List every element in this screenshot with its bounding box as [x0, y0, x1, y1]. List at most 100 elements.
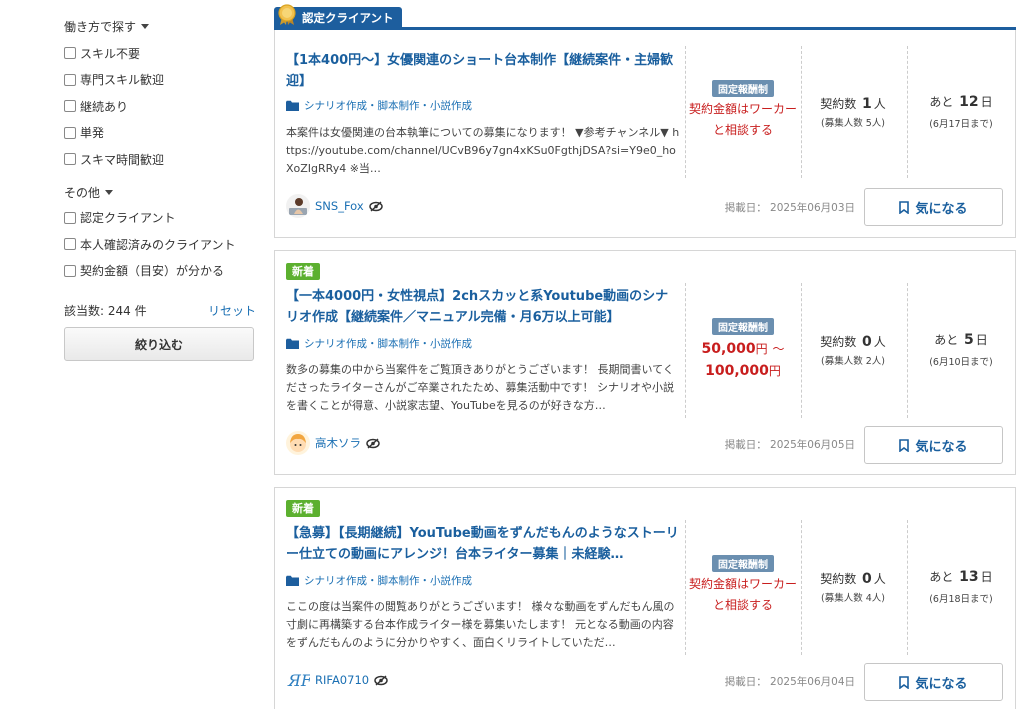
contract-unit: 人	[873, 572, 886, 586]
deadline-prefix: あと	[929, 95, 954, 109]
filter-price-known[interactable]: 契約金額（目安）が分かる	[64, 258, 258, 285]
new-badge: 新着	[286, 263, 320, 280]
filter-label: 認定クライアント	[80, 211, 176, 226]
avatar	[286, 431, 310, 455]
price-column: 固定報酬制 50,000円 ～ 100,000円	[687, 318, 799, 382]
bookmark-label: 気になる	[915, 201, 968, 217]
filter-spare-time[interactable]: スキマ時間歓迎	[64, 146, 258, 173]
filter-label: 単発	[80, 126, 105, 141]
contract-count: 0	[862, 334, 872, 350]
filter-certified-client[interactable]: 認定クライアント	[64, 205, 258, 232]
result-count: 該当数: 244 件	[64, 303, 147, 318]
client-profile[interactable]: 高木ソラ	[286, 431, 380, 455]
divider	[685, 520, 686, 655]
client-profile[interactable]: ЯF RIFA0710	[286, 668, 388, 692]
checkbox[interactable]	[64, 73, 76, 86]
filter-sidebar: 働き方で探す スキル不要 専門スキル歓迎 継続あり 単発 スキマ時間歓迎 その他…	[64, 14, 258, 361]
job-category-label: シナリオ作成・脚本制作・小説作成	[304, 338, 472, 350]
deadline-unit: 日	[980, 570, 993, 584]
hide-eye-icon[interactable]	[374, 674, 388, 686]
price-range: 50,000円 ～ 100,000円	[687, 338, 799, 382]
filter-continuous[interactable]: 継続あり	[64, 93, 258, 120]
checkbox[interactable]	[64, 47, 76, 60]
folder-icon	[286, 100, 299, 111]
deadline-date: (6月18日まで)	[929, 594, 993, 605]
bookmark-icon	[899, 438, 910, 452]
contract-column: 契約数 0人 (募集人数 4人)	[801, 570, 905, 604]
bookmark-icon	[899, 675, 910, 689]
client-name: RIFA0710	[315, 673, 370, 687]
certified-client-tab: 認定クライアント	[274, 4, 402, 28]
deadline-column: あと 13 日 (6月18日まで)	[907, 568, 1015, 605]
job-card: 新着 【一本4000円・女性視点】2chスカッと系Youtube動画のシナリオ作…	[274, 250, 1016, 475]
checkbox[interactable]	[64, 211, 76, 224]
avatar: ЯF	[286, 668, 310, 692]
checkbox[interactable]	[64, 153, 76, 166]
deadline-unit: 日	[980, 95, 993, 109]
checkbox[interactable]	[64, 126, 76, 139]
job-title-link[interactable]: 【一本4000円・女性視点】2chスカッと系Youtube動画のシナリオ作成【継…	[286, 286, 681, 328]
deadline-unit: 日	[975, 333, 988, 347]
caret-down-icon	[141, 23, 150, 29]
filter-special-skill[interactable]: 専門スキル歓迎	[64, 67, 258, 94]
fixed-price-tag: 固定報酬制	[712, 318, 774, 335]
filter-label: 継続あり	[80, 99, 129, 114]
checkbox[interactable]	[64, 100, 76, 113]
job-title-link[interactable]: 【1本400円～】女優関連のショート台本制作【継続案件・主婦歓迎】	[286, 50, 681, 92]
posted-date: 掲載日： 2025年06月03日	[724, 202, 855, 214]
posted-date: 掲載日： 2025年06月05日	[724, 439, 855, 451]
avatar	[286, 194, 310, 218]
hide-eye-icon[interactable]	[368, 200, 383, 212]
checkbox[interactable]	[64, 264, 76, 277]
applicants-count: (募集人数 4人)	[821, 593, 885, 604]
yen-unit: 円	[768, 364, 781, 378]
contract-label: 契約数	[820, 97, 857, 111]
filter-verified-client[interactable]: 本人確認済みのクライアント	[64, 231, 258, 258]
filter-label: 本人確認済みのクライアント	[80, 237, 236, 252]
deadline-days: 13	[959, 569, 979, 585]
new-badge: 新着	[286, 500, 320, 517]
bookmark-button[interactable]: 気になる	[864, 426, 1003, 464]
deadline-column: あと 12 日 (6月17日まで)	[907, 93, 1015, 130]
client-profile[interactable]: SNS_Fox	[286, 194, 383, 218]
svg-text:ЯF: ЯF	[287, 671, 310, 690]
divider	[685, 283, 686, 418]
job-category[interactable]: シナリオ作成・脚本制作・小説作成	[286, 336, 681, 351]
medal-icon	[278, 4, 296, 25]
job-category-label: シナリオ作成・脚本制作・小説作成	[304, 575, 472, 587]
client-name: 高木ソラ	[315, 436, 361, 450]
filter-group-work-style[interactable]: 働き方で探す	[64, 16, 258, 36]
job-description: 本案件は女優関連の台本執筆についての募集になります！ ▼参考チャンネル▼ htt…	[286, 126, 680, 175]
job-card: 新着 【急募】【長期継続】YouTube動画をずんだもんのようなストーリー仕立て…	[274, 487, 1016, 709]
deadline-days: 12	[959, 94, 979, 110]
deadline-column: あと 5日 (6月10日まで)	[907, 331, 1015, 368]
divider	[685, 46, 686, 178]
applicants-count: (募集人数 5人)	[821, 118, 885, 129]
range-tilde: ～	[772, 342, 785, 356]
folder-icon	[286, 575, 299, 586]
contract-count: 0	[862, 571, 872, 587]
filter-label: スキル不要	[80, 46, 141, 61]
filter-group-other[interactable]: その他	[64, 183, 258, 203]
deadline-date: (6月17日まで)	[929, 119, 993, 130]
contract-unit: 人	[873, 335, 886, 349]
bookmark-button[interactable]: 気になる	[864, 663, 1003, 701]
job-title-link[interactable]: 【急募】【長期継続】YouTube動画をずんだもんのようなストーリー仕立ての動画…	[286, 523, 681, 565]
filter-apply-button[interactable]: 絞り込む	[64, 327, 254, 361]
yen-unit: 円	[755, 342, 768, 356]
checkbox[interactable]	[64, 238, 76, 251]
job-category[interactable]: シナリオ作成・脚本制作・小説作成	[286, 573, 681, 588]
filter-label: スキマ時間歓迎	[80, 152, 165, 167]
bookmark-button[interactable]: 気になる	[864, 188, 1003, 226]
deadline-prefix: あと	[929, 570, 954, 584]
reset-link[interactable]: リセット	[208, 302, 256, 319]
contract-count: 1	[862, 96, 872, 112]
filter-skill-unneeded[interactable]: スキル不要	[64, 40, 258, 67]
hide-eye-icon[interactable]	[366, 437, 380, 449]
job-category[interactable]: シナリオ作成・脚本制作・小説作成	[286, 98, 681, 113]
filter-one-off[interactable]: 単発	[64, 120, 258, 147]
fixed-price-tag: 固定報酬制	[712, 80, 774, 97]
price-max: 100,000	[705, 363, 769, 379]
filter-group-title: 働き方で探す	[64, 19, 137, 34]
certified-client-label: 認定クライアント	[302, 10, 394, 25]
